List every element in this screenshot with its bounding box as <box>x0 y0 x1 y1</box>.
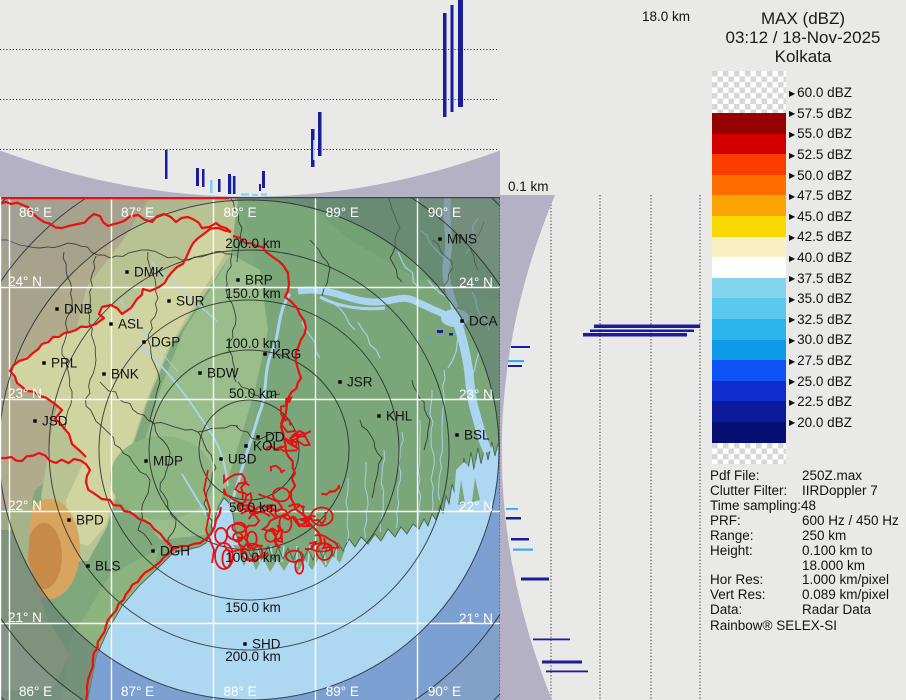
svg-text:BSL: BSL <box>464 428 490 443</box>
svg-text:86° E: 86° E <box>19 205 52 220</box>
svg-text:86° E: 86° E <box>19 684 52 699</box>
svg-text:SHD: SHD <box>252 637 281 652</box>
svg-text:90° E: 90° E <box>428 684 461 699</box>
svg-text:88° E: 88° E <box>224 205 257 220</box>
svg-text:21° N: 21° N <box>459 611 493 626</box>
svg-text:DGP: DGP <box>151 335 180 350</box>
svg-text:DGH: DGH <box>160 544 190 559</box>
svg-text:BDW: BDW <box>207 366 239 381</box>
svg-text:88° E: 88° E <box>224 684 257 699</box>
svg-text:JSD: JSD <box>42 414 68 429</box>
svg-text:BNK: BNK <box>111 367 139 382</box>
svg-text:24° N: 24° N <box>8 274 42 289</box>
svg-text:BPD: BPD <box>76 513 104 528</box>
svg-text:PRL: PRL <box>51 356 78 371</box>
svg-text:50.0 km: 50.0 km <box>229 386 277 401</box>
svg-text:200.0 km: 200.0 km <box>225 236 281 251</box>
svg-text:JSR: JSR <box>347 375 373 390</box>
svg-text:KHL: KHL <box>386 409 413 424</box>
svg-text:KOL: KOL <box>253 439 281 454</box>
svg-text:BRP: BRP <box>245 273 273 288</box>
svg-text:89° E: 89° E <box>326 205 359 220</box>
svg-text:150.0 km: 150.0 km <box>225 600 281 615</box>
svg-text:BLS: BLS <box>95 559 121 574</box>
svg-text:87° E: 87° E <box>121 205 154 220</box>
svg-text:100.0 km: 100.0 km <box>225 550 281 565</box>
svg-text:23° N: 23° N <box>8 386 42 401</box>
svg-text:DCA: DCA <box>469 314 498 329</box>
svg-text:DNB: DNB <box>64 302 93 317</box>
svg-text:UBD: UBD <box>228 452 257 467</box>
svg-text:89° E: 89° E <box>326 684 359 699</box>
svg-text:23° N: 23° N <box>459 387 493 402</box>
svg-text:SUR: SUR <box>176 294 205 309</box>
svg-text:150.0 km: 150.0 km <box>225 286 281 301</box>
svg-text:22° N: 22° N <box>459 499 493 514</box>
svg-text:KRG: KRG <box>272 347 301 362</box>
svg-text:DMK: DMK <box>134 265 164 280</box>
svg-text:21° N: 21° N <box>8 610 42 625</box>
svg-text:50.0 km: 50.0 km <box>229 500 277 515</box>
svg-text:87° E: 87° E <box>121 684 154 699</box>
svg-text:MNS: MNS <box>447 232 477 247</box>
svg-text:90° E: 90° E <box>428 205 461 220</box>
svg-text:ASL: ASL <box>118 317 144 332</box>
svg-text:24° N: 24° N <box>459 275 493 290</box>
svg-text:22° N: 22° N <box>8 498 42 513</box>
svg-text:MDP: MDP <box>153 454 183 469</box>
